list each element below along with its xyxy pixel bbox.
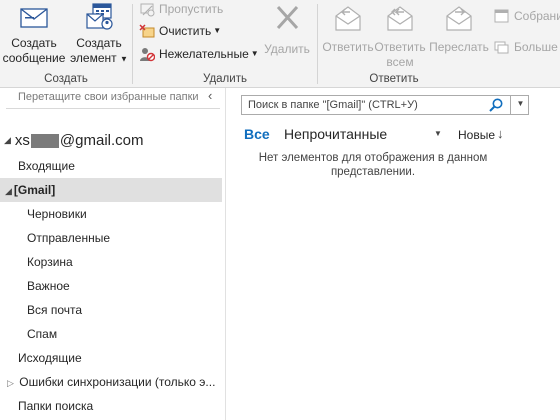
folder-label: Спам (27, 327, 58, 341)
folder-label: Черновики (27, 207, 87, 221)
favorites-divider (6, 108, 220, 109)
delete-button[interactable]: Удалить (261, 2, 313, 57)
more-label: Больше (514, 40, 558, 54)
redacted-block (30, 133, 59, 148)
folder-item-important[interactable]: Важное (0, 274, 222, 298)
chevron-down-icon: ▼ (516, 99, 525, 108)
new-item-button[interactable]: Создать элемент ▼ (70, 2, 128, 66)
reply-all-label-2: всем (386, 55, 414, 69)
folder-item-gmail[interactable]: ◢ [Gmail] (0, 178, 222, 202)
ignore-label: Пропустить (159, 2, 224, 16)
ribbon-group-new: Создать сообщение Создать элемент ▼ Созд… (0, 0, 132, 88)
account-suffix: @gmail.com (59, 132, 144, 149)
filter-unread-tab[interactable]: Непрочитанные (284, 126, 387, 142)
folder-label: Важное (27, 279, 70, 293)
folder-label: Вся почта (27, 303, 83, 317)
folder-item-drafts[interactable]: Черновики (0, 202, 222, 226)
chevron-down-icon: ▼ (213, 26, 222, 35)
delete-label: Удалить (264, 42, 310, 56)
search-scope-dropdown[interactable]: ▼ (510, 95, 530, 115)
folder-item-sent[interactable]: Отправленные (0, 226, 222, 250)
filter-all-tab[interactable]: Все (244, 126, 270, 142)
folder-label: Входящие (18, 159, 75, 173)
folder-label: Папки поиска (18, 399, 94, 413)
reply-all-icon (387, 6, 413, 31)
folder-label: [Gmail] (13, 183, 56, 197)
favorites-hint: Перетащите свои избранные папки (18, 91, 199, 103)
more-icon (494, 41, 509, 54)
forward-label: Переслать (429, 40, 489, 54)
ribbon-group-respond: Ответить Ответить всем Переслать Собрани… (318, 0, 560, 88)
empty-list-message: Нет элементов для отображения в данном п… (258, 152, 488, 178)
forward-icon (446, 6, 472, 31)
meeting-icon (494, 9, 509, 23)
new-item-label-2: элемент (70, 51, 117, 65)
chevron-left-icon: ‹ (208, 88, 213, 103)
meeting-button[interactable]: Собрани (494, 6, 560, 26)
reply-label: Ответить (322, 40, 374, 54)
collapsed-triangle-icon: ▷ (7, 378, 14, 388)
reply-all-button[interactable]: Ответить всем (374, 2, 426, 70)
ribbon: Создать сообщение Создать элемент ▼ Созд… (0, 0, 560, 88)
expanded-triangle-icon: ◢ (4, 135, 11, 145)
forward-button[interactable]: Переслать (428, 2, 490, 55)
junk-button[interactable]: Нежелательные ▼ (139, 44, 259, 64)
folder-label: Исходящие (18, 351, 82, 365)
calendar-items-icon (86, 3, 113, 30)
message-list-pane: ▼ Все Непрочитанные ▼ Новые ↓ Нет элемен… (227, 88, 560, 420)
search-icon[interactable] (488, 97, 504, 113)
folder-item-trash[interactable]: Корзина (0, 250, 222, 274)
folder-item-spam[interactable]: Спам (0, 322, 222, 346)
more-button[interactable]: Больше (494, 37, 558, 57)
folder-item-inbox[interactable]: Входящие (0, 154, 222, 178)
clean-up-label: Очистить (159, 24, 212, 38)
search-input[interactable] (242, 96, 504, 114)
junk-label: Нежелательные (159, 47, 249, 61)
cleanup-icon (139, 24, 155, 38)
folder-label: Корзина (27, 255, 73, 269)
new-message-label-1: Создать (11, 36, 57, 50)
sort-arrow-icon[interactable]: ↓ (497, 126, 504, 141)
envelope-icon (20, 8, 48, 28)
clean-up-button[interactable]: Очистить ▼ (139, 21, 221, 41)
folder-item-all-mail[interactable]: Вся почта (0, 298, 222, 322)
chevron-down-icon: ▼ (120, 54, 128, 64)
account-header[interactable]: ◢ xs @gmail.com (4, 132, 144, 149)
new-item-label-row: элемент ▼ (70, 51, 128, 66)
folder-item-outbox[interactable]: Исходящие (0, 346, 222, 370)
delete-x-icon (276, 5, 299, 30)
ignore-icon (140, 3, 155, 17)
group-label-new: Создать (44, 73, 88, 85)
chevron-down-icon: ▼ (250, 49, 259, 58)
reply-button[interactable]: Ответить (322, 2, 374, 55)
new-message-label-2: сообщение (2, 51, 66, 65)
folder-pane: Перетащите свои избранные папки ‹ ◢ xs @… (0, 88, 226, 420)
search-box: ▼ (241, 95, 529, 115)
new-message-button[interactable]: Создать сообщение (2, 2, 66, 66)
meeting-label: Собрани (514, 9, 560, 23)
folder-label: Отправленные (27, 231, 111, 245)
folder-item-sync-issues[interactable]: ▷ Ошибки синхронизации (только э... (0, 370, 222, 394)
folder-label: Ошибки синхронизации (только э... (19, 375, 216, 389)
chevron-down-icon[interactable]: ▼ (434, 129, 442, 138)
reply-icon (335, 6, 361, 31)
sort-order-button[interactable]: Новые (458, 128, 495, 142)
account-prefix: xs (14, 132, 30, 149)
folder-item-search-folders[interactable]: Папки поиска (0, 394, 222, 418)
group-label-respond: Ответить (369, 73, 419, 85)
collapse-pane-button[interactable]: ‹ (208, 88, 212, 103)
ignore-button[interactable]: Пропустить (139, 0, 223, 19)
expanded-triangle-icon: ◢ (5, 186, 12, 196)
junk-icon (140, 48, 155, 62)
new-item-label-1: Создать (76, 36, 122, 50)
reply-all-label-1: Ответить (374, 40, 426, 54)
